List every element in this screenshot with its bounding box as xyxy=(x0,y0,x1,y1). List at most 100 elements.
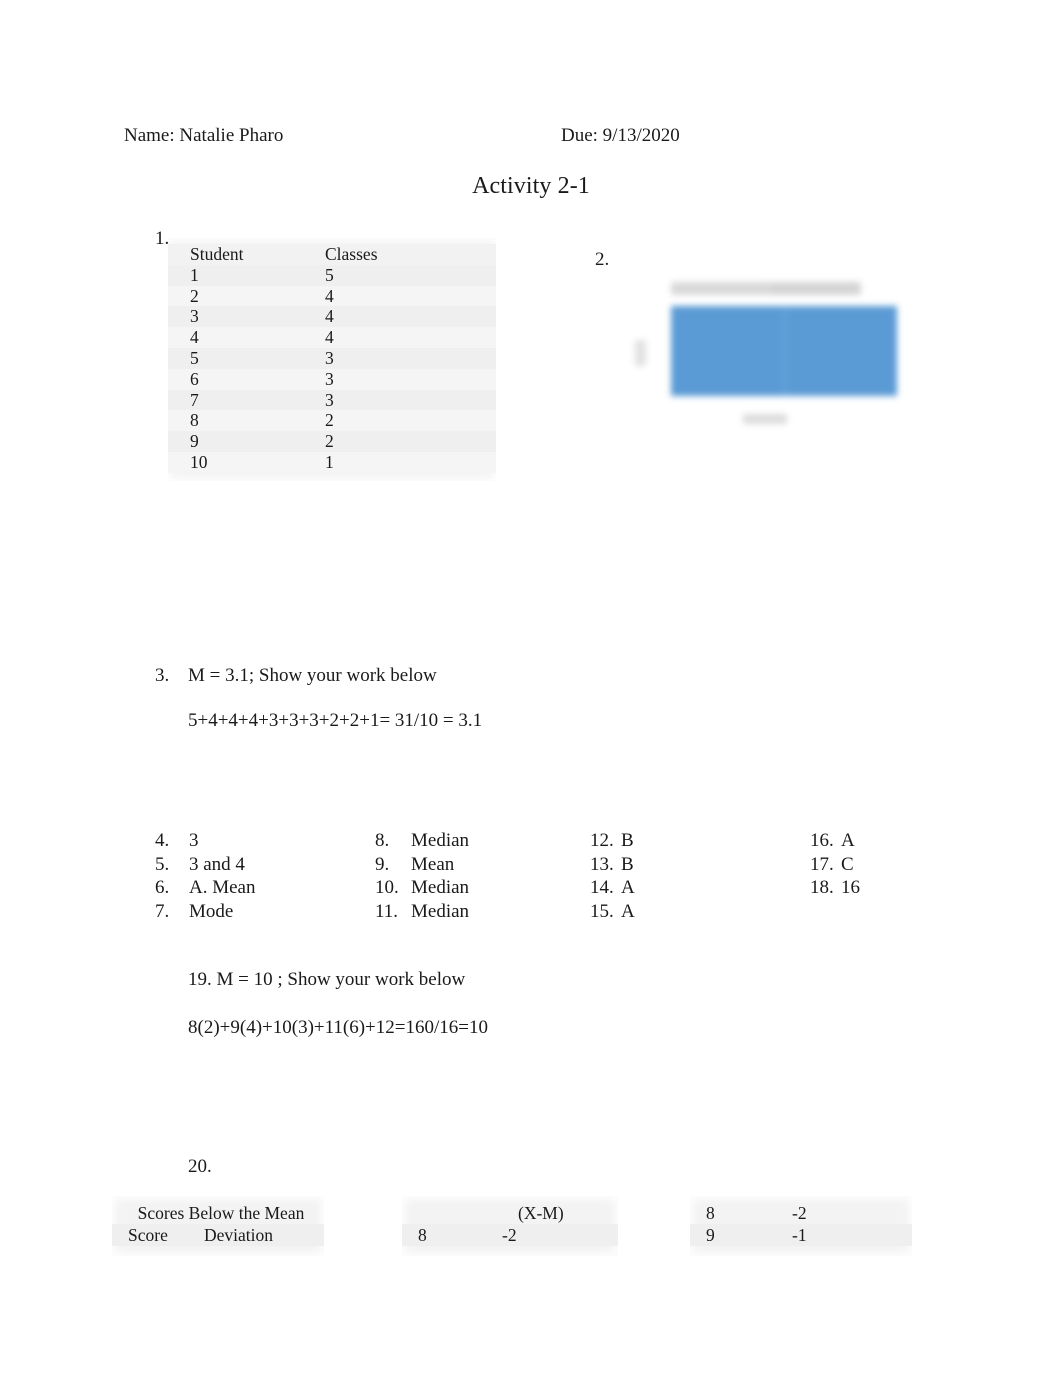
answer-number: 8. xyxy=(375,830,390,851)
cell-deviation: -1 xyxy=(792,1225,807,1245)
cell-score: 8 xyxy=(418,1225,427,1245)
answer-number: 12. xyxy=(590,830,614,851)
question-number-20: 20. xyxy=(188,1156,212,1177)
table-span-header-row: Scores Below the Mean xyxy=(112,1202,324,1224)
answers-column-4: 16. A 17. C 18. 16 xyxy=(810,829,915,923)
table-row: 15 xyxy=(168,264,496,286)
answer-value: Mean xyxy=(411,853,455,875)
answer-value: A xyxy=(621,900,635,922)
chart-x-axis-label-placeholder xyxy=(743,414,787,424)
embedded-bar-chart-image xyxy=(619,262,911,444)
cell-classes: 4 xyxy=(325,327,334,348)
column-header-deviation: Deviation xyxy=(204,1225,274,1245)
question-number-2: 2. xyxy=(595,249,610,270)
answer-item: 5. 3 and 4 xyxy=(155,853,375,877)
column-header-x-minus-m: (X-M) xyxy=(518,1203,564,1223)
answers-grid: 4. 3 5. 3 and 4 6. A. Mean 7. Mode 8. Median … xyxy=(155,829,915,923)
span-header-label: Scores Below the Mean xyxy=(137,1203,305,1223)
question-number-3: 3. xyxy=(155,665,170,686)
answer-item: 15. A xyxy=(590,900,810,924)
answer-number: 5. xyxy=(155,853,170,875)
chart-y-axis-label-placeholder xyxy=(635,340,646,366)
table-row: 73 xyxy=(168,389,496,411)
answer-value: A xyxy=(841,830,855,851)
cell-student: 7 xyxy=(190,389,199,410)
answer-number: 17. xyxy=(810,853,834,875)
answer-value: Median xyxy=(411,900,470,922)
cell-student: 3 xyxy=(190,306,199,327)
cell-student: 1 xyxy=(190,264,199,285)
table-row: 92 xyxy=(168,431,496,452)
answer-value: Median xyxy=(411,877,470,898)
answers-column-2: 8. Median 9. Mean 10. Median 11. Median xyxy=(375,829,590,923)
table-row: 24 xyxy=(168,285,496,307)
page-title: Activity 2-1 xyxy=(472,173,590,199)
table-header-row: (X-M) xyxy=(402,1202,618,1224)
deviation-table-c: 8 -2 9 -1 xyxy=(690,1196,912,1256)
cell-student: 2 xyxy=(190,285,199,306)
column-header-classes: Classes xyxy=(325,244,378,264)
answer-item: 4. 3 xyxy=(155,829,375,853)
answer-value: 3 and 4 xyxy=(189,853,245,875)
cell-student: 8 xyxy=(190,410,199,431)
answers-column-1: 4. 3 5. 3 and 4 6. A. Mean 7. Mode xyxy=(155,829,375,923)
cell-student: 9 xyxy=(190,431,199,452)
cell-classes: 3 xyxy=(325,368,334,389)
cell-student: 6 xyxy=(190,368,199,389)
answer-item: 6. A. Mean xyxy=(155,876,375,900)
answer-number: 13. xyxy=(590,853,614,875)
table-row: 82 xyxy=(168,410,496,432)
cell-classes: 3 xyxy=(325,389,334,410)
answer-value: Median xyxy=(411,830,470,851)
student-classes-table: Student Classes 15 24 34 44 53 63 73 82 … xyxy=(168,238,496,481)
answer-item: 13. B xyxy=(590,853,810,877)
cell-classes: 4 xyxy=(325,306,334,327)
answer-number: 6. xyxy=(155,877,170,898)
table-row: 8 -2 xyxy=(690,1202,912,1224)
cell-classes: 1 xyxy=(325,451,334,472)
answers-column-3: 12. B 13. B 14. A 15. A xyxy=(590,829,810,923)
answer-number: 15. xyxy=(590,900,614,922)
cell-deviation: -2 xyxy=(792,1203,807,1223)
answer-number: 16. xyxy=(810,830,834,851)
answer-number: 11. xyxy=(375,900,399,922)
answer-number: 10. xyxy=(375,877,399,898)
table-row: 53 xyxy=(168,347,496,369)
question-3-answer: M = 3.1; Show your work below xyxy=(188,665,437,686)
cell-student: 10 xyxy=(190,451,208,472)
cell-classes: 5 xyxy=(325,264,334,285)
answer-value: Mode xyxy=(189,900,234,922)
answer-item: 8. Median xyxy=(375,829,590,853)
cell-deviation: -2 xyxy=(502,1225,517,1245)
answer-item: 7. Mode xyxy=(155,900,375,924)
document-header: Name: Natalie Pharo Due: 9/13/2020 xyxy=(124,124,944,148)
answer-number: 18. xyxy=(810,877,834,898)
table-row: 10 1 xyxy=(168,451,496,473)
column-header-score: Score xyxy=(128,1225,168,1245)
answer-number: 9. xyxy=(375,853,390,875)
answer-item: 17. C xyxy=(810,853,915,877)
deviation-table-b: (X-M) 8 -2 xyxy=(402,1196,618,1256)
table-row: 8 -2 xyxy=(402,1224,618,1246)
scores-below-mean-table: Scores Below the Mean Score Deviation xyxy=(112,1196,324,1256)
cell-classes: 4 xyxy=(325,285,334,306)
answer-value: A. Mean xyxy=(189,877,256,898)
cell-score: 9 xyxy=(706,1225,715,1245)
column-header-student: Student xyxy=(190,244,244,264)
chart-bar-divider xyxy=(784,306,786,396)
table-header-row: Score Deviation xyxy=(112,1224,324,1246)
answer-number: 7. xyxy=(155,900,170,922)
answer-value: A xyxy=(621,877,635,898)
chart-plot-area xyxy=(671,306,897,396)
cell-classes: 2 xyxy=(325,410,334,431)
cell-classes: 2 xyxy=(325,431,334,452)
answer-item: 9. Mean xyxy=(375,853,590,877)
question-19-answer: 19. M = 10 ; Show your work below xyxy=(188,969,466,990)
answer-value: 3 xyxy=(189,830,199,851)
answer-value: B xyxy=(621,830,634,851)
answer-item: 18. 16 xyxy=(810,876,915,900)
cell-student: 4 xyxy=(190,327,199,348)
cell-score: 8 xyxy=(706,1203,715,1223)
answer-number: 14. xyxy=(590,877,614,898)
answer-value: B xyxy=(621,853,634,875)
